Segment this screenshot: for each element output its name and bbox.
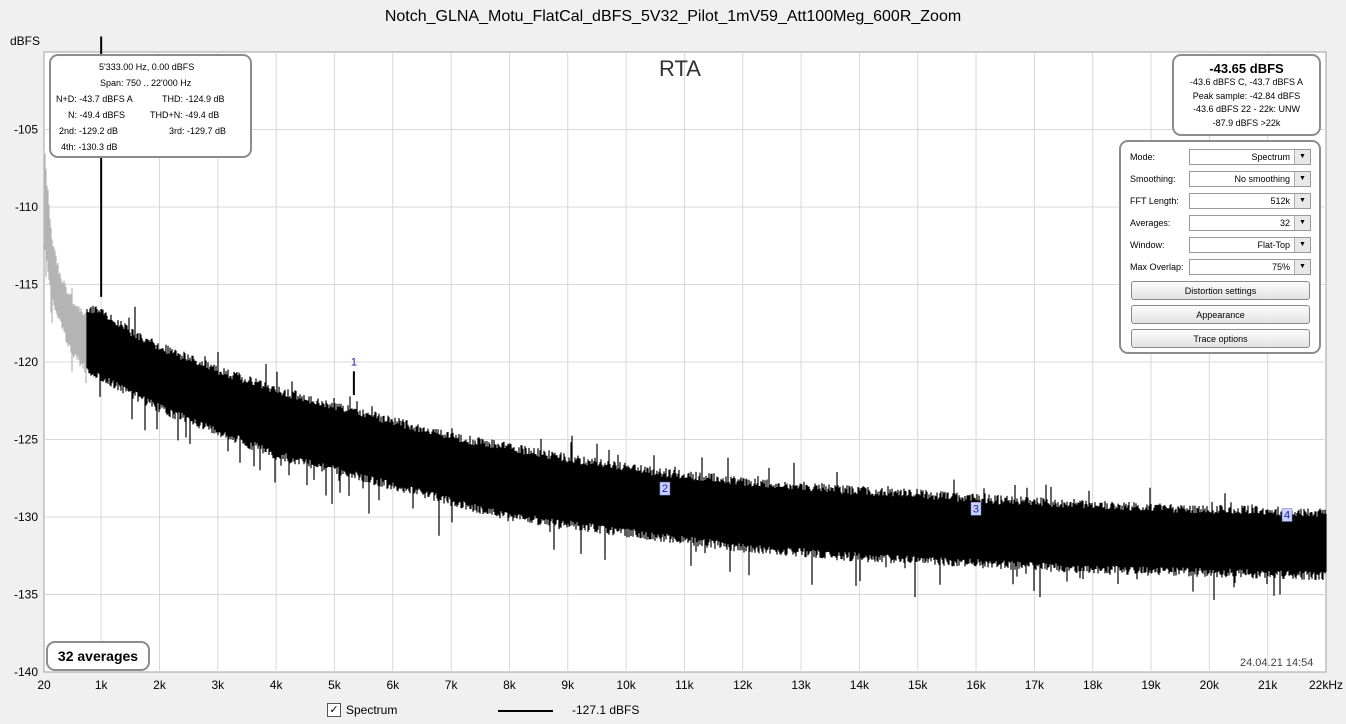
trace-options-button[interactable]: Trace options (1131, 329, 1310, 348)
x-tick-label: 12k (733, 678, 753, 692)
smoothing-select[interactable]: No smoothing ▼ (1189, 171, 1311, 187)
h3-readout: 3rd: -129.7 dB (169, 126, 227, 136)
fft-length-row: FFT Length: 512k ▼ (1130, 193, 1311, 211)
max-overlap-select[interactable]: 75% ▼ (1189, 259, 1311, 275)
window-label: Window: (1130, 240, 1165, 250)
chevron-down-icon[interactable]: ▼ (1294, 194, 1310, 208)
harmonic-marker-label: 1 (351, 356, 357, 368)
x-tick-label: 2k (153, 678, 167, 692)
distortion-settings-button[interactable]: Distortion settings (1131, 281, 1310, 300)
x-tick-label: 1k (95, 678, 109, 692)
max-overlap-label: Max Overlap: (1130, 262, 1184, 272)
x-tick-label: 13k (791, 678, 811, 692)
smoothing-row: Smoothing: No smoothing ▼ (1130, 171, 1311, 189)
x-tick-label: 6k (386, 678, 400, 692)
x-tick-label: 3k (211, 678, 225, 692)
mode-select[interactable]: Spectrum ▼ (1189, 149, 1311, 165)
nd-readout: N+D: -43.7 dBFS A (56, 94, 133, 104)
level-line-2: Peak sample: -42.84 dBFS (1192, 90, 1301, 101)
averages-row: Averages: 32 ▼ (1130, 215, 1311, 233)
chevron-down-icon[interactable]: ▼ (1294, 172, 1310, 186)
max-overlap-row: Max Overlap: 75% ▼ (1130, 259, 1311, 277)
legend-line-swatch (498, 710, 553, 712)
level-line-1: -43.6 dBFS C, -43.7 dBFS A (1189, 77, 1304, 87)
legend-series-name: Spectrum (346, 703, 398, 717)
window-row: Window: Flat-Top ▼ (1130, 237, 1311, 255)
harmonic-marker-label: 3 (973, 503, 979, 515)
y-tick-label: -105 (14, 123, 38, 137)
chevron-down-icon[interactable]: ▼ (1294, 150, 1310, 164)
averages-select[interactable]: 32 ▼ (1189, 215, 1311, 231)
y-tick-label: -135 (14, 588, 38, 602)
timestamp: 24.04.21 14:54 (1240, 657, 1314, 669)
x-tick-label: 10k (616, 678, 636, 692)
rta-label: RTA (659, 56, 701, 81)
x-tick-label: 7k (445, 678, 459, 692)
h2-readout: 2nd: -129.2 dB (59, 126, 119, 136)
rta-controls-panel: Mode: Spectrum ▼ Smoothing: No smoothing ▼… (1119, 140, 1321, 354)
chevron-down-icon[interactable]: ▼ (1294, 216, 1310, 230)
x-tick-label: 21k (1258, 678, 1278, 692)
y-tick-label: -130 (14, 510, 38, 524)
chevron-down-icon[interactable]: ▼ (1294, 238, 1310, 252)
x-tick-label: 14k (850, 678, 870, 692)
legend-series-value: -127.1 dBFS (572, 703, 640, 717)
harmonic-marker-label: 2 (662, 483, 668, 495)
x-tick-label: 5k (328, 678, 342, 692)
window-select[interactable]: Flat-Top ▼ (1189, 237, 1311, 253)
appearance-button[interactable]: Appearance (1131, 305, 1310, 324)
x-tick-label: 16k (966, 678, 986, 692)
y-tick-label: -125 (14, 433, 38, 447)
averages-label: Averages: (1130, 218, 1171, 228)
level-main: -43.65 dBFS (1209, 61, 1284, 76)
mode-label: Mode: (1130, 152, 1156, 162)
thd-readout: THD: -124.9 dB (162, 94, 225, 104)
noise-readout: N: -49.4 dBFS (68, 110, 126, 120)
spectrum-checkbox[interactable]: ✓ (327, 703, 341, 717)
smoothing-label: Smoothing: (1130, 174, 1176, 184)
fft-length-label: FFT Length: (1130, 196, 1179, 206)
x-tick-label: 17k (1025, 678, 1045, 692)
thdn-readout: THD+N: -49.4 dB (150, 110, 220, 120)
x-tick-label: 18k (1083, 678, 1103, 692)
h4-readout: 4th: -130.3 dB (61, 142, 118, 152)
x-tick-label: 22kHz (1309, 678, 1343, 692)
level-line-4: -87.9 dBFS >22k (1212, 117, 1281, 128)
level-line-3: -43.6 dBFS 22 - 22k: UNW (1192, 104, 1301, 114)
x-tick-label: 20 (37, 678, 51, 692)
x-tick-label: 8k (503, 678, 517, 692)
level-readout-box: -43.65 dBFS -43.6 dBFS C, -43.7 dBFS A P… (1172, 54, 1321, 136)
distortion-readout-box: 5'333.00 Hz, 0.00 dBFS Span: 750 .. 22'0… (49, 54, 252, 158)
harmonic-marker-label: 4 (1284, 509, 1290, 521)
x-tick-label: 20k (1200, 678, 1220, 692)
x-tick-labels: 20 1k 2k 3k 4k 5k 6k 7k 8k 9k 10k 11k 12k 13k 14k 15k 16… (37, 678, 1343, 692)
y-tick-label: -110 (15, 200, 38, 214)
span-readout: Span: 750 .. 22'000 Hz (100, 78, 192, 88)
y-tick-label: -140 (14, 665, 38, 679)
mode-row: Mode: Spectrum ▼ (1130, 149, 1311, 167)
y-tick-labels: -105 -110 -115 -120 -125 -130 -135 -140 (14, 123, 38, 680)
fft-length-select[interactable]: 512k ▼ (1189, 193, 1311, 209)
x-tick-label: 15k (908, 678, 928, 692)
x-tick-label: 11k (675, 678, 694, 692)
x-tick-label: 19k (1141, 678, 1161, 692)
x-tick-label: 4k (270, 678, 284, 692)
chevron-down-icon[interactable]: ▼ (1294, 260, 1310, 274)
y-tick-label: -115 (15, 278, 38, 292)
y-tick-label: -120 (14, 355, 38, 369)
fundamental-readout: 5'333.00 Hz, 0.00 dBFS (99, 62, 195, 72)
legend: ✓ Spectrum -127.1 dBFS (0, 700, 1346, 724)
averages-badge: 32 averages (46, 641, 150, 671)
x-tick-label: 9k (561, 678, 575, 692)
